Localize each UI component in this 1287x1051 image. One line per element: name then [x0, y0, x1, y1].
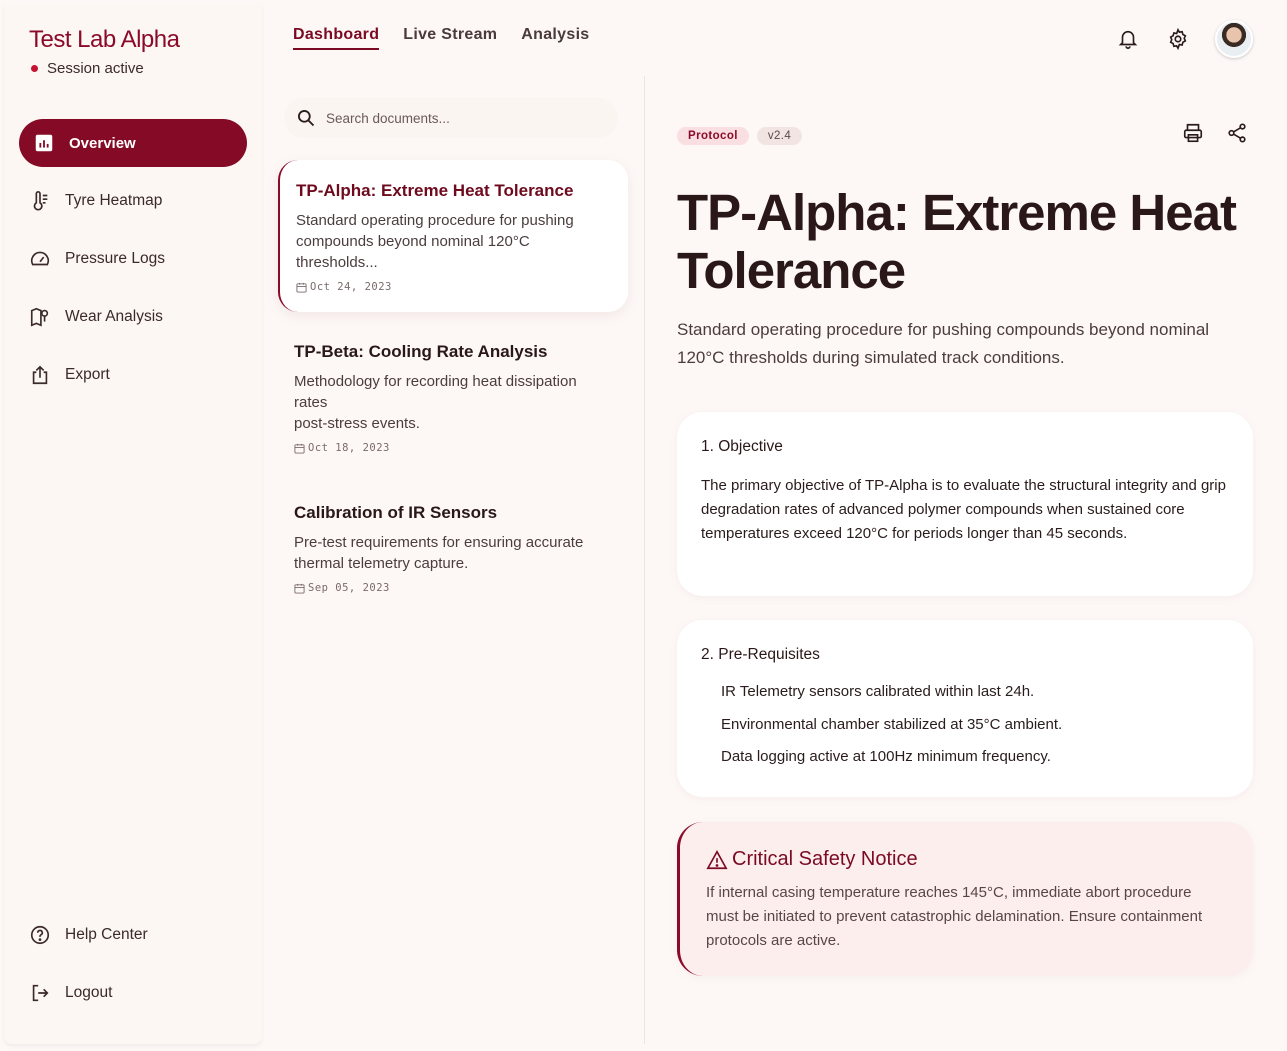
document-description: Standard operating procedure for pushing… — [296, 212, 574, 271]
top-actions — [1115, 20, 1253, 58]
detail-actions — [1182, 122, 1248, 149]
sidebar-item-label: Export — [65, 366, 110, 383]
tag-version: v2.4 — [756, 127, 803, 145]
document-card[interactable]: TP-Beta: Cooling Rate Analysis Methodolo… — [278, 341, 628, 454]
calendar-icon — [294, 443, 305, 454]
document-title: Calibration of IR Sensors — [294, 503, 498, 522]
brand: Test Lab Alpha Session active — [29, 26, 180, 77]
search-icon — [298, 110, 315, 127]
notice-body: If internal casing temperature reaches 1… — [706, 884, 1203, 949]
document-description-line: post-stress events. — [294, 415, 420, 432]
section-heading: 1. Objective — [701, 438, 783, 455]
sidebar-item-wear-analysis[interactable]: Wear Analysis — [19, 293, 247, 341]
sidebar-item-help-center[interactable]: Help Center — [19, 911, 247, 959]
document-description: Methodology for recording heat dissipati… — [294, 371, 612, 434]
calendar-icon — [296, 282, 307, 293]
page-title: TP-Alpha: Extreme Heat Tolerance — [677, 184, 1237, 299]
document-description-line: Methodology for recording heat dissipati… — [294, 373, 577, 411]
safety-notice: Critical Safety Notice If internal casin… — [677, 822, 1253, 976]
calendar-icon — [294, 583, 305, 594]
sidebar-item-label: Logout — [65, 984, 113, 1001]
top-nav: Dashboard Live Stream Analysis — [293, 26, 590, 50]
document-date-label: Oct 24, 2023 — [310, 281, 392, 293]
notice-title-label: Critical Safety Notice — [732, 848, 918, 870]
document-date: Oct 18, 2023 — [294, 442, 612, 454]
document-title: TP-Alpha: Extreme Heat Tolerance — [296, 181, 574, 200]
search-input[interactable] — [326, 110, 586, 126]
logout-icon — [29, 982, 51, 1004]
section-heading: 2. Pre-Requisites — [701, 646, 820, 663]
avatar[interactable] — [1215, 20, 1253, 58]
tab-analysis[interactable]: Analysis — [521, 26, 589, 50]
document-card[interactable]: TP-Alpha: Extreme Heat Tolerance Standar… — [278, 160, 628, 312]
warning-icon — [706, 849, 728, 869]
sidebar-item-label: Overview — [69, 134, 136, 152]
document-date: Sep 05, 2023 — [294, 582, 612, 594]
session-status: Session active — [29, 60, 179, 77]
section-body: The primary objective of TP-Alpha is to … — [701, 477, 1226, 542]
sidebar-item-label: Wear Analysis — [65, 308, 163, 325]
divider — [644, 76, 645, 1044]
document-title: TP-Beta: Cooling Rate Analysis — [294, 342, 548, 361]
notice-title: Critical Safety Notice — [706, 848, 1227, 871]
sidebar-item-label: Pressure Logs — [65, 250, 165, 267]
status-dot-icon — [31, 65, 38, 72]
search-bar — [284, 98, 618, 138]
sidebar-item-label: Tyre Heatmap — [65, 192, 163, 209]
list-item: Data logging active at 100Hz minimum fre… — [721, 748, 1051, 765]
page-description: Standard operating procedure for pushing… — [677, 320, 1210, 367]
sidebar-item-pressure-logs[interactable]: Pressure Logs — [19, 235, 247, 283]
sidebar-item-tyre-heatmap[interactable]: Tyre Heatmap — [19, 177, 247, 225]
sidebar-item-overview[interactable]: Overview — [19, 119, 247, 167]
map-pin-icon — [29, 306, 51, 328]
objective-section: 1. Objective The primary objective of TP… — [677, 412, 1253, 596]
tag-list: Protocol v2.4 — [677, 127, 803, 145]
tab-live-stream[interactable]: Live Stream — [403, 26, 497, 50]
tab-dashboard[interactable]: Dashboard — [293, 26, 380, 50]
prerequisites-section: 2. Pre-Requisites IR Telemetry sensors c… — [677, 620, 1253, 797]
brand-title: Test Lab Alpha — [29, 26, 180, 53]
sidebar-item-export[interactable]: Export — [19, 351, 247, 399]
document-card[interactable]: Calibration of IR Sensors Pre-test requi… — [278, 502, 628, 594]
prerequisites-list: IR Telemetry sensors calibrated within l… — [701, 682, 1229, 767]
list-item: IR Telemetry sensors calibrated within l… — [721, 683, 1035, 700]
document-date-label: Sep 05, 2023 — [308, 582, 390, 594]
list-item: Environmental chamber stabilized at 35°C… — [721, 715, 1063, 733]
sidebar-item-label: Help Center — [65, 926, 148, 943]
thermometer-icon — [29, 190, 51, 212]
help-icon — [29, 924, 51, 946]
bell-icon[interactable] — [1115, 26, 1141, 52]
document-date: Oct 24, 2023 — [296, 281, 612, 293]
gauge-icon — [29, 248, 51, 270]
print-icon[interactable] — [1182, 122, 1204, 149]
document-date-label: Oct 18, 2023 — [308, 442, 390, 454]
share-export-icon — [29, 364, 51, 386]
document-description: Pre-test requirements for ensuring accur… — [294, 534, 584, 572]
bar-chart-icon — [33, 132, 55, 154]
share-icon[interactable] — [1226, 122, 1248, 149]
gear-icon[interactable] — [1165, 26, 1191, 52]
sidebar-item-logout[interactable]: Logout — [19, 969, 247, 1017]
tag-protocol: Protocol — [677, 127, 749, 145]
session-label: Session active — [47, 60, 144, 77]
sidebar: Test Lab Alpha Session active Overview T… — [4, 4, 262, 1044]
